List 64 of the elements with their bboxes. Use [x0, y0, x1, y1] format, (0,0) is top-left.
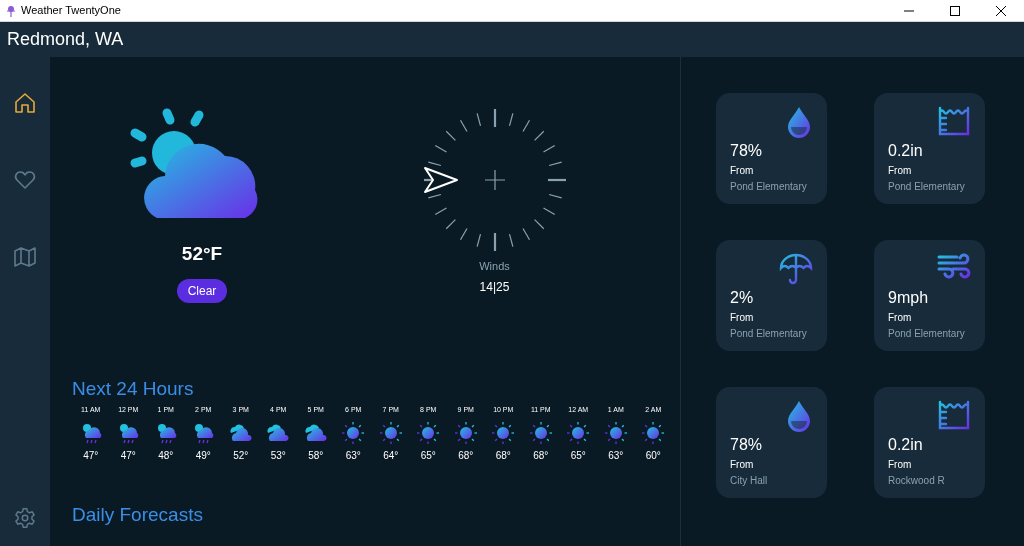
- hour-temperature: 53°: [270, 448, 286, 463]
- station-name: Pond Elementary: [730, 180, 808, 194]
- from-label: From: [730, 458, 755, 472]
- sun-icon: [490, 419, 517, 446]
- hour-temperature: 63°: [608, 448, 624, 463]
- location-title: Redmond, WA: [7, 28, 124, 51]
- maximize-icon: [950, 5, 960, 16]
- hour-temperature: 48°: [158, 448, 174, 463]
- sun-icon: [415, 419, 442, 446]
- sun-icon: [377, 419, 404, 446]
- from-label: From: [888, 311, 913, 325]
- sun-icon: [640, 419, 667, 446]
- from-label: From: [730, 164, 755, 178]
- water-drop-icon: [785, 399, 813, 433]
- hour-temperature: 52°: [233, 448, 249, 463]
- hour-temperature: 68°: [533, 448, 549, 463]
- hour-temperature: 64°: [383, 448, 399, 463]
- stat-value: 2%: [730, 288, 755, 308]
- hour-temperature: 47°: [120, 448, 136, 463]
- station-name: Pond Elementary: [888, 327, 966, 341]
- current-temperature: 52°F: [181, 242, 223, 266]
- condition-pill: Clear: [176, 278, 228, 303]
- settings-icon: [14, 507, 36, 529]
- close-icon: [996, 5, 1006, 16]
- from-label: From: [888, 164, 913, 178]
- station-name: Pond Elementary: [888, 180, 966, 194]
- station-name: Pond Elementary: [730, 327, 808, 341]
- hour-temperature: 58°: [308, 448, 324, 463]
- sun-icon: [452, 419, 479, 446]
- stat-value: 9mph: [888, 288, 930, 308]
- stat-value: 78%: [730, 141, 764, 161]
- hour-temperature: 68°: [495, 448, 511, 463]
- hour-temperature: 65°: [570, 448, 586, 463]
- sun-icon: [527, 419, 554, 446]
- from-label: From: [888, 458, 913, 472]
- hour-temperature: 47°: [83, 448, 99, 463]
- home-icon: [13, 91, 37, 115]
- hour-temperature: 65°: [420, 448, 436, 463]
- rain-gauge-icon: [937, 399, 971, 431]
- stat-value: 78%: [730, 435, 764, 455]
- wind-icon: [937, 252, 971, 280]
- section-heading: Daily Forecasts: [72, 502, 204, 527]
- hour-temperature: 63°: [345, 448, 361, 463]
- stat-value: 0.2in: [888, 435, 924, 455]
- hour-temperature: 60°: [645, 448, 661, 463]
- stat-value: 0.2in: [888, 141, 924, 161]
- sun-icon: [340, 419, 367, 446]
- sun-icon: [602, 419, 629, 446]
- water-drop-icon: [785, 105, 813, 139]
- app-logo-icon: [5, 4, 17, 17]
- section-heading: Next 24 Hours: [72, 377, 195, 401]
- map-icon: [13, 245, 37, 269]
- winds-reading: 14|25: [479, 278, 510, 296]
- station-name: Rockwood R: [888, 474, 946, 488]
- from-label: From: [730, 311, 755, 325]
- sun-icon: [565, 419, 592, 446]
- umbrella-icon: [779, 252, 813, 286]
- rain-gauge-icon: [937, 105, 971, 137]
- winds-label: Winds: [479, 259, 510, 274]
- station-name: City Hall: [730, 474, 769, 488]
- window-title: Weather TwentyOne: [21, 3, 121, 19]
- heart-icon: [13, 168, 37, 192]
- hour-temperature: 49°: [195, 448, 211, 463]
- hour-temperature: 68°: [458, 448, 474, 463]
